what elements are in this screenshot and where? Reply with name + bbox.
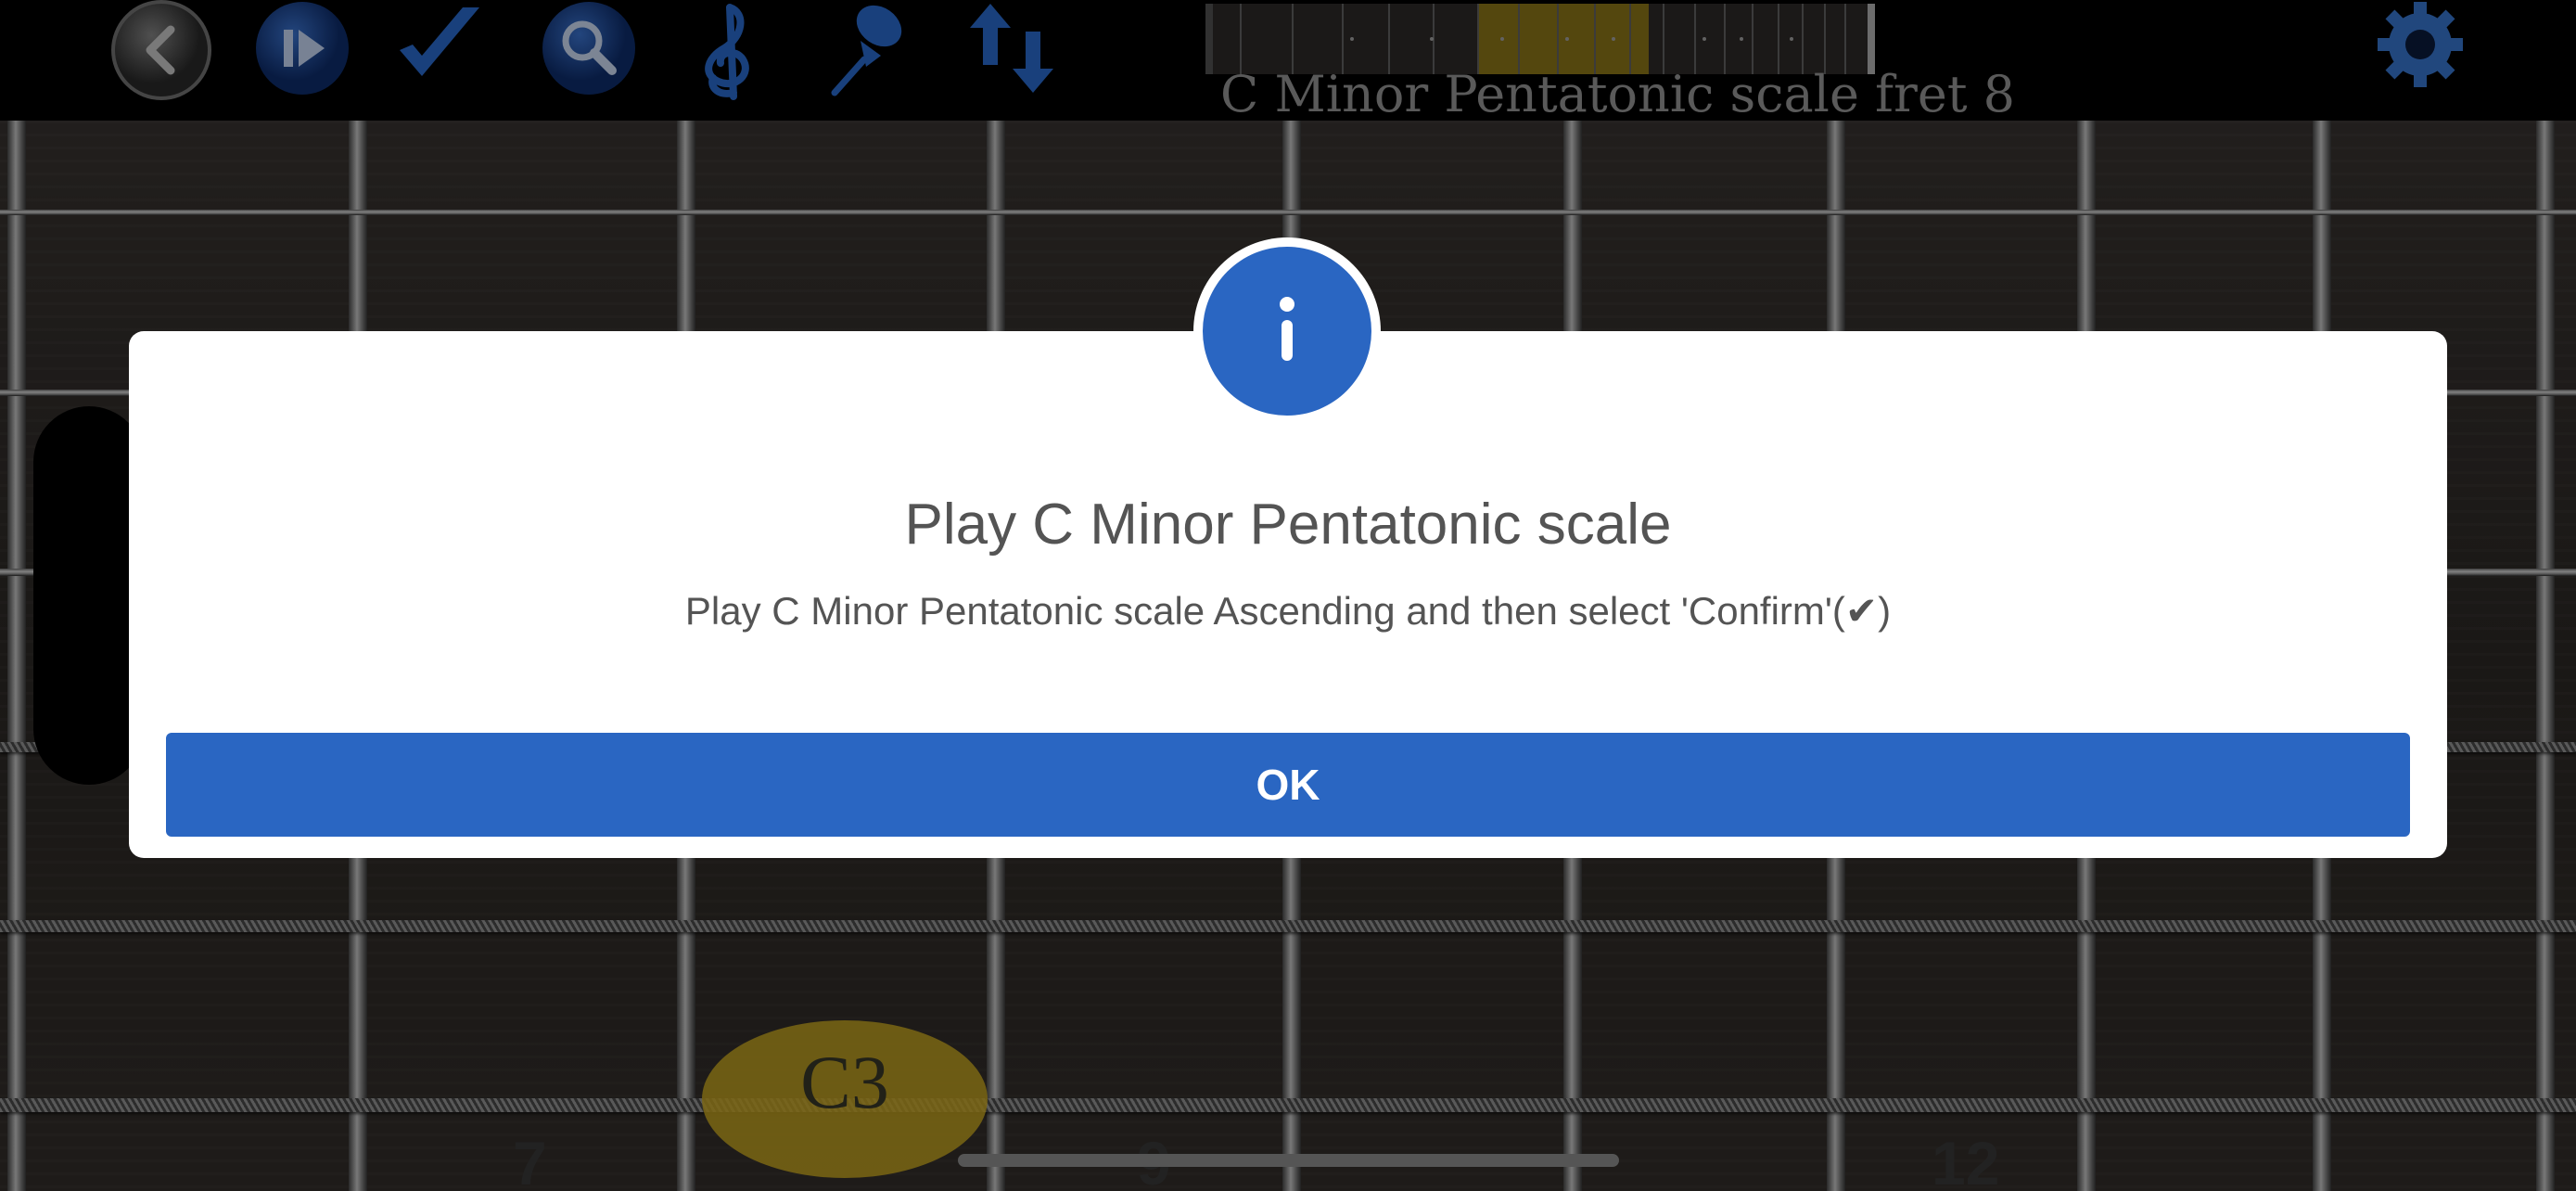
dialog-message: Play C Minor Pentatonic scale Ascending … — [684, 589, 1892, 633]
device-notch — [33, 406, 145, 785]
dialog-title: Play C Minor Pentatonic scale — [904, 493, 1672, 557]
home-indicator[interactable] — [958, 1154, 1619, 1167]
ok-button[interactable]: OK — [166, 733, 2410, 837]
info-icon — [1280, 297, 1294, 361]
app-screen: C Minor Pentatonic scale fret 8 C3 7 9 1… — [0, 0, 2576, 1191]
info-badge — [1193, 237, 1381, 425]
